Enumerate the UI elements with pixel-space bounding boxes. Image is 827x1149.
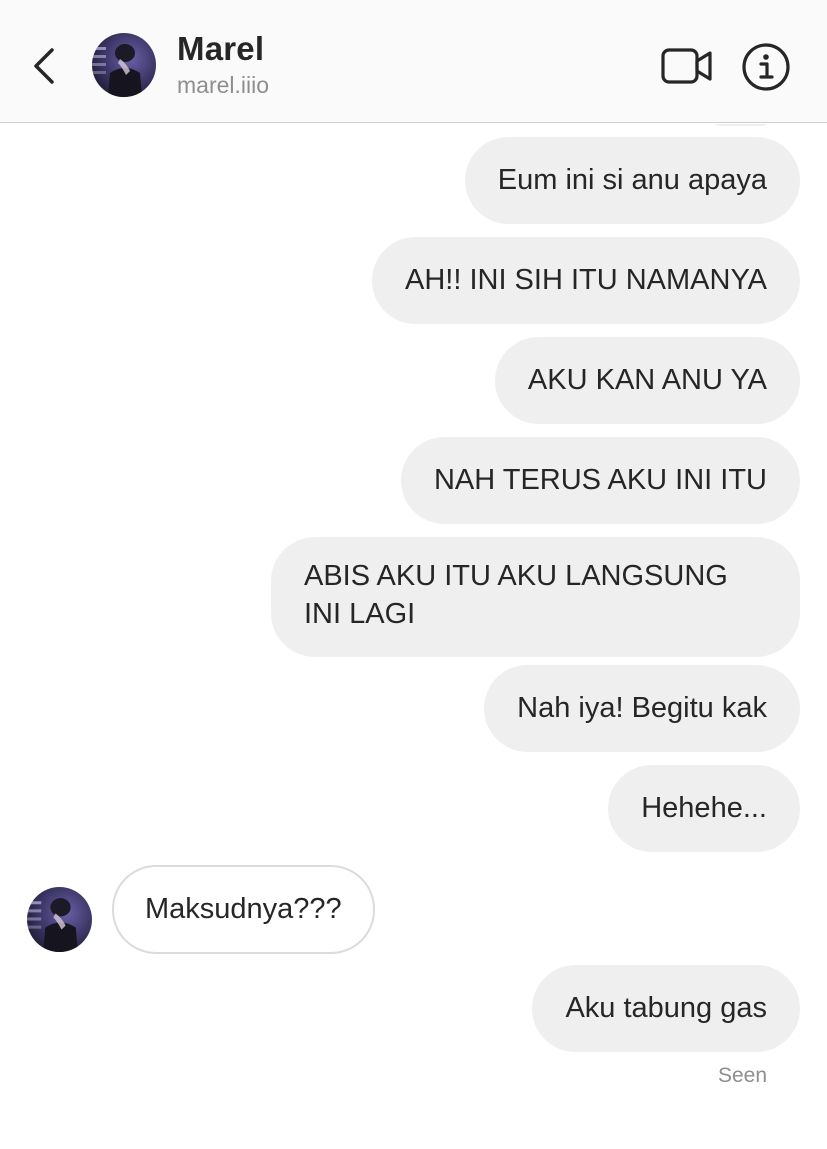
back-button[interactable] [26,40,62,92]
outgoing-message[interactable]: AH!! INI SIH ITU NAMANYA [371,237,800,324]
outgoing-message[interactable]: Eum ini si anu apaya [464,137,800,224]
profile-photo [27,887,92,952]
previous-message-edge [706,124,776,126]
incoming-message[interactable]: Maksudnya??? [112,865,375,954]
outgoing-message[interactable]: Nah iya! Begitu kak [484,665,800,752]
sender-avatar[interactable] [27,887,92,952]
seen-status: Seen [717,1064,767,1087]
chat-header: Marel marel.iiio [0,0,827,123]
contact-name[interactable]: Marel [177,30,264,68]
outgoing-message[interactable]: AKU KAN ANU YA [494,337,800,424]
info-button[interactable] [741,42,791,92]
profile-photo [92,33,156,97]
contact-username: marel.iiio [177,72,270,98]
message-thread[interactable]: Eum ini si anu apaya AH!! INI SIH ITU NA… [0,124,827,1149]
outgoing-message[interactable]: NAH TERUS AKU INI ITU [400,437,800,524]
outgoing-message[interactable]: ABIS AKU ITU AKU LANGSUNG INI LAGI [271,537,800,657]
info-icon [742,43,790,91]
avatar[interactable] [92,33,156,97]
video-camera-icon [661,48,712,84]
outgoing-message[interactable]: Hehehe... [608,765,800,852]
outgoing-message[interactable]: Aku tabung gas [532,965,800,1052]
chevron-left-icon [34,48,54,84]
video-call-button[interactable] [660,44,714,88]
